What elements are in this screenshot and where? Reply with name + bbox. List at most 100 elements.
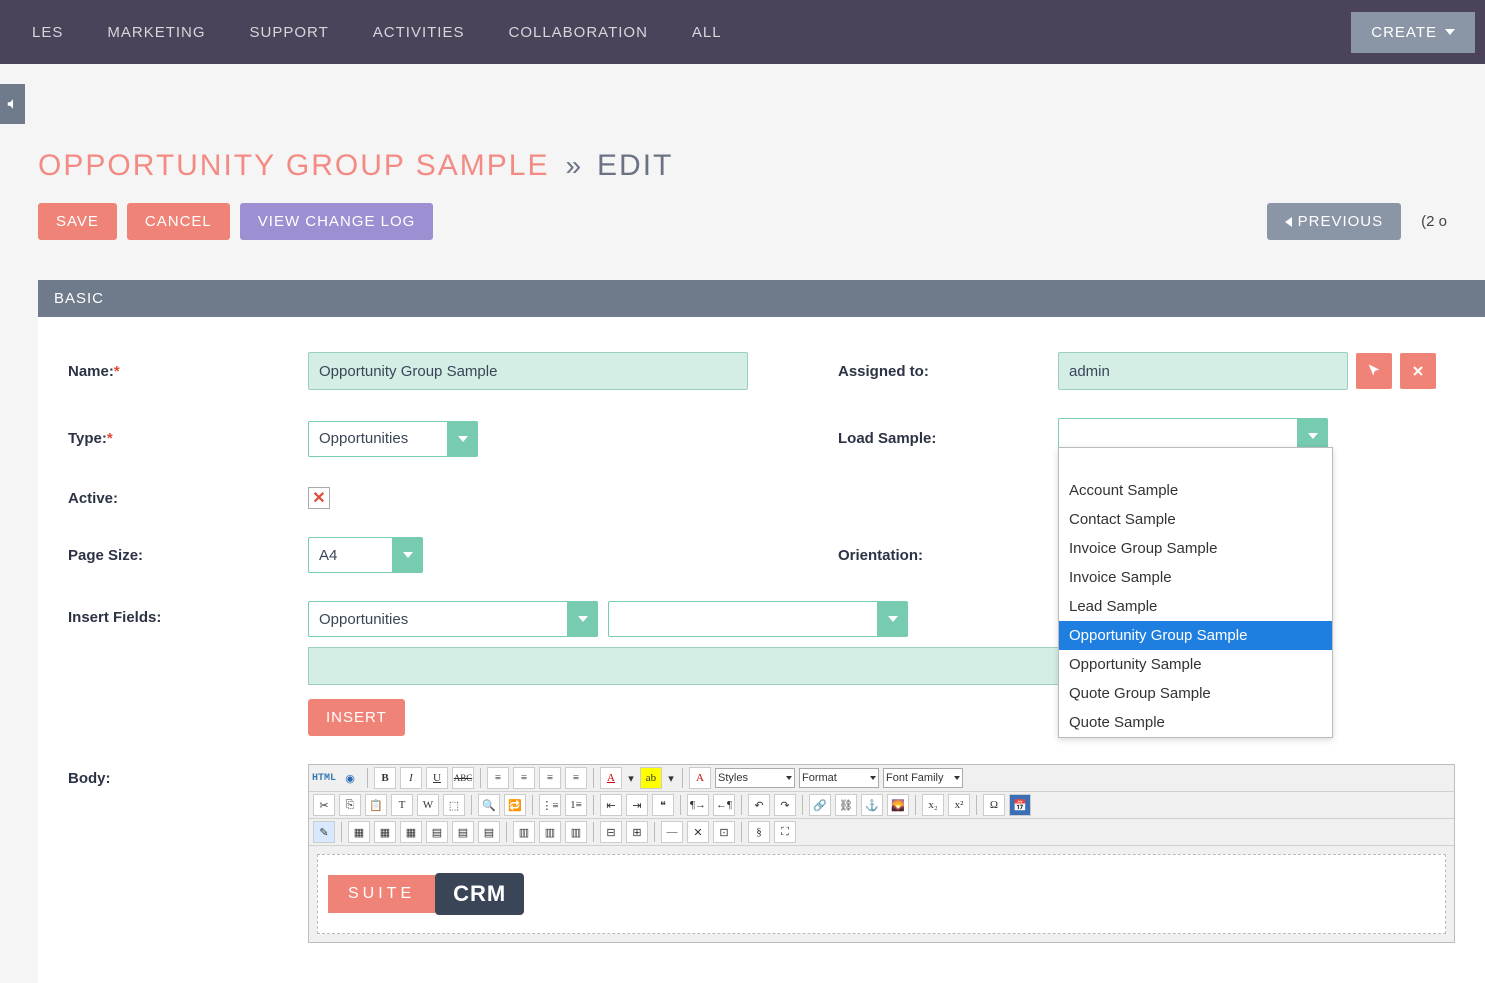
- load-sample-option[interactable]: Opportunity Sample: [1059, 650, 1332, 679]
- rte-quote-button[interactable]: ❝: [652, 794, 674, 816]
- insert-module-dropdown-button[interactable]: [568, 601, 598, 637]
- pagesize-dropdown-button[interactable]: [393, 537, 423, 573]
- rte-col-after-button[interactable]: ▥: [539, 821, 561, 843]
- rte-bullets-button[interactable]: ⋮≡: [539, 794, 561, 816]
- cancel-button[interactable]: CANCEL: [127, 203, 230, 240]
- rte-link-button[interactable]: 🔗: [809, 794, 831, 816]
- nav-item-sales[interactable]: LES: [10, 24, 85, 41]
- close-icon: [1410, 363, 1426, 379]
- rte-align-right-button[interactable]: ≡: [539, 767, 561, 789]
- load-sample-option[interactable]: Account Sample: [1059, 476, 1332, 505]
- page-mode: EDIT: [597, 149, 673, 183]
- rte-split-button[interactable]: ⊟: [600, 821, 622, 843]
- rte-visualaid-button[interactable]: ⊡: [713, 821, 735, 843]
- rte-cell-props-button[interactable]: ▦: [400, 821, 422, 843]
- rte-paste-text-button[interactable]: T: [391, 794, 413, 816]
- rte-styles-select[interactable]: Styles: [715, 768, 795, 788]
- nav-item-all[interactable]: ALL: [670, 24, 744, 41]
- view-changelog-button[interactable]: VIEW CHANGE LOG: [240, 203, 434, 240]
- assigned-label: Assigned to:: [838, 363, 1058, 380]
- rte-redo-button[interactable]: ↷: [774, 794, 796, 816]
- rte-col-before-button[interactable]: ▥: [513, 821, 535, 843]
- rte-italic-button[interactable]: I: [400, 767, 422, 789]
- load-sample-option[interactable]: Lead Sample: [1059, 592, 1332, 621]
- rte-delete-row-button[interactable]: ▤: [478, 821, 500, 843]
- pagesize-select[interactable]: A4: [308, 537, 423, 573]
- rte-char-button[interactable]: Ω: [983, 794, 1005, 816]
- save-button[interactable]: SAVE: [38, 203, 117, 240]
- rte-html-button[interactable]: HTML: [313, 767, 335, 789]
- rte-help-icon[interactable]: ◉: [339, 767, 361, 789]
- rte-merge-button[interactable]: ⊞: [626, 821, 648, 843]
- rte-edit-button[interactable]: ✎: [313, 821, 335, 843]
- rte-ltr-button[interactable]: ¶→: [687, 794, 709, 816]
- insert-field-dropdown-button[interactable]: [878, 601, 908, 637]
- rte-hr-button[interactable]: —: [661, 821, 683, 843]
- rte-unlink-button[interactable]: ⛓: [835, 794, 857, 816]
- rte-sup-button[interactable]: x²: [948, 794, 970, 816]
- insert-button[interactable]: INSERT: [308, 699, 405, 736]
- load-sample-option[interactable]: Quote Sample: [1059, 708, 1332, 737]
- rte-forecolor-button[interactable]: A: [600, 767, 622, 789]
- rte-replace-button[interactable]: 🔁: [504, 794, 526, 816]
- side-collapse-tab[interactable]: [0, 84, 25, 124]
- load-sample-option[interactable]: Invoice Group Sample: [1059, 534, 1332, 563]
- load-sample-option[interactable]: Invoice Sample: [1059, 563, 1332, 592]
- create-button[interactable]: CREATE: [1351, 12, 1475, 53]
- rte-fullscreen-button[interactable]: ⛶: [774, 821, 796, 843]
- rte-fontfamily-select[interactable]: Font Family: [883, 768, 963, 788]
- rte-align-center-button[interactable]: ≡: [513, 767, 535, 789]
- rte-align-justify-button[interactable]: ≡: [565, 767, 587, 789]
- rte-table-button[interactable]: ▦: [348, 821, 370, 843]
- rte-backcolor-button[interactable]: ab: [640, 767, 662, 789]
- assigned-input[interactable]: [1058, 352, 1348, 390]
- rte-row-before-button[interactable]: ▤: [426, 821, 448, 843]
- insert-module-select[interactable]: Opportunities: [308, 601, 598, 637]
- rte-underline-button[interactable]: U: [426, 767, 448, 789]
- rte-selectall-button[interactable]: ⬚: [443, 794, 465, 816]
- rte-bold-button[interactable]: B: [374, 767, 396, 789]
- name-input[interactable]: [308, 352, 748, 390]
- rte-undo-button[interactable]: ↶: [748, 794, 770, 816]
- rte-table-props-button[interactable]: ▦: [374, 821, 396, 843]
- rte-fontsize-button[interactable]: A: [689, 767, 711, 789]
- rte-row-after-button[interactable]: ▤: [452, 821, 474, 843]
- rte-find-button[interactable]: 🔍: [478, 794, 500, 816]
- load-sample-option[interactable]: Contact Sample: [1059, 505, 1332, 534]
- rte-image-button[interactable]: 🌄: [887, 794, 909, 816]
- rte-indent-button[interactable]: ⇥: [626, 794, 648, 816]
- rte-numbers-button[interactable]: 1≡: [565, 794, 587, 816]
- active-checkbox[interactable]: ✕: [308, 487, 330, 509]
- rte-rtl-button[interactable]: ←¶: [713, 794, 735, 816]
- insert-field-select[interactable]: [608, 601, 908, 637]
- rte-copy-button[interactable]: ⎘: [339, 794, 361, 816]
- rte-format-select[interactable]: Format: [799, 768, 879, 788]
- rte-forecolor-menu[interactable]: ▾: [626, 767, 636, 789]
- rte-removefmt-button[interactable]: ✕: [687, 821, 709, 843]
- rte-anchor-button[interactable]: ⚓: [861, 794, 883, 816]
- load-sample-option[interactable]: Opportunity Group Sample: [1059, 621, 1332, 650]
- rte-strike-button[interactable]: ABC: [452, 767, 474, 789]
- rte-outdent-button[interactable]: ⇤: [600, 794, 622, 816]
- nav-item-marketing[interactable]: MARKETING: [85, 24, 227, 41]
- nav-item-collaboration[interactable]: COLLABORATION: [486, 24, 669, 41]
- rte-delete-col-button[interactable]: ▥: [565, 821, 587, 843]
- assigned-clear-button[interactable]: [1400, 353, 1436, 389]
- rte-backcolor-menu[interactable]: ▾: [666, 767, 676, 789]
- rte-cut-button[interactable]: ✂: [313, 794, 335, 816]
- type-dropdown-button[interactable]: [448, 421, 478, 457]
- rte-canvas[interactable]: SUITE CRM: [317, 854, 1446, 934]
- rte-paste-word-button[interactable]: W: [417, 794, 439, 816]
- type-select[interactable]: Opportunities: [308, 421, 478, 457]
- cursor-icon: [1366, 363, 1382, 379]
- rte-align-left-button[interactable]: ≡: [487, 767, 509, 789]
- nav-item-support[interactable]: SUPPORT: [228, 24, 351, 41]
- rte-date-button[interactable]: 📅: [1009, 794, 1031, 816]
- assigned-select-button[interactable]: [1356, 353, 1392, 389]
- previous-button[interactable]: PREVIOUS: [1267, 203, 1402, 240]
- rte-template-button[interactable]: §: [748, 821, 770, 843]
- rte-paste-button[interactable]: 📋: [365, 794, 387, 816]
- rte-sub-button[interactable]: x₂: [922, 794, 944, 816]
- nav-item-activities[interactable]: ACTIVITIES: [351, 24, 487, 41]
- load-sample-option[interactable]: Quote Group Sample: [1059, 679, 1332, 708]
